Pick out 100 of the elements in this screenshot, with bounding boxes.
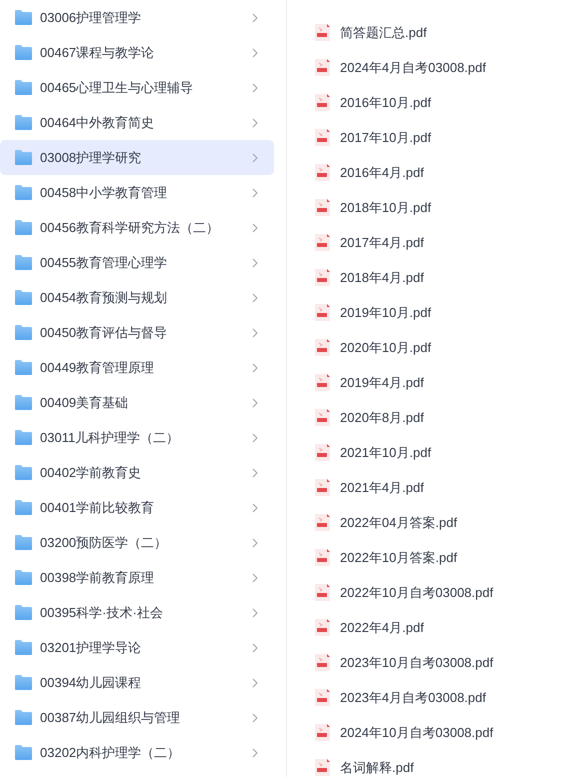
pdf-file-icon <box>315 689 330 706</box>
folder-name: 03006护理管理学 <box>40 8 142 27</box>
file-item[interactable]: 2017年10月.pdf <box>315 120 576 155</box>
folder-item[interactable]: 03011儿科护理学（二） <box>0 420 274 455</box>
folder-item[interactable]: 03201护理学导论 <box>0 630 274 665</box>
folder-item[interactable]: 00409美育基础 <box>0 385 274 420</box>
file-item[interactable]: 2022年4月.pdf <box>315 610 576 645</box>
folder-icon <box>15 290 32 305</box>
pdf-file-icon <box>315 269 330 286</box>
folder-icon <box>15 80 32 95</box>
file-item[interactable]: 2021年10月.pdf <box>315 435 576 470</box>
file-item[interactable]: 2016年10月.pdf <box>315 85 576 120</box>
file-item[interactable]: 2024年10月自考03008.pdf <box>315 715 576 750</box>
chevron-right-icon <box>252 48 258 58</box>
file-name: 2020年10月.pdf <box>340 338 432 357</box>
file-item[interactable]: 2018年4月.pdf <box>315 260 576 295</box>
file-item[interactable]: 2020年10月.pdf <box>315 330 576 365</box>
file-item[interactable]: 2017年4月.pdf <box>315 225 576 260</box>
folder-icon <box>15 465 32 480</box>
file-item[interactable]: 2022年10月答案.pdf <box>315 540 576 575</box>
file-name: 2019年4月.pdf <box>340 374 424 392</box>
folder-item[interactable]: 00450教育评估与督导 <box>0 315 274 350</box>
folder-item[interactable]: 00387幼儿园组织与管理 <box>0 700 274 735</box>
folder-item[interactable]: 03006护理管理学 <box>0 0 274 35</box>
pdf-file-icon <box>315 234 330 251</box>
folder-name: 00458中小学教育管理 <box>40 184 168 202</box>
folder-item[interactable]: 00464中外教育简史 <box>0 105 274 140</box>
chevron-right-icon <box>252 82 258 92</box>
folder-item[interactable]: 00455教育管理心理学 <box>0 245 274 280</box>
file-item[interactable]: 2019年4月.pdf <box>315 365 576 400</box>
chevron-right-icon <box>252 222 258 232</box>
pdf-file-icon <box>315 304 330 321</box>
chevron-right-icon <box>252 432 258 442</box>
folder-name: 03008护理学研究 <box>40 148 142 167</box>
file-item[interactable]: 2024年4月自考03008.pdf <box>315 50 576 85</box>
folder-item[interactable]: 00467课程与教学论 <box>0 35 274 70</box>
folder-icon <box>15 150 32 165</box>
folder-icon <box>15 570 32 585</box>
folder-icon <box>15 605 32 620</box>
folder-name: 00467课程与教学论 <box>40 44 156 62</box>
file-item[interactable]: 2022年10月自考03008.pdf <box>315 575 576 610</box>
chevron-right-icon <box>252 152 258 162</box>
chevron-right-icon <box>252 538 258 548</box>
folder-name: 03202内科护理学（二） <box>40 744 182 762</box>
pdf-file-icon <box>315 514 330 531</box>
folder-name: 00394幼儿园课程 <box>40 674 142 692</box>
file-name: 2017年10月.pdf <box>340 128 432 147</box>
folder-item[interactable]: 00395科学·技术·社会 <box>0 595 274 630</box>
folder-item[interactable]: 00456教育科学研究方法（二） <box>0 210 274 245</box>
pdf-file-icon <box>315 24 330 41</box>
file-item[interactable]: 2019年10月.pdf <box>315 295 576 330</box>
file-item[interactable]: 2016年4月.pdf <box>315 155 576 190</box>
file-name: 2023年4月自考03008.pdf <box>340 688 486 707</box>
file-name: 2018年10月.pdf <box>340 198 432 217</box>
folder-item[interactable]: 00402学前教育史 <box>0 455 274 490</box>
file-name: 简答题汇总.pdf <box>340 24 427 42</box>
folder-item[interactable]: 03202内科护理学（二） <box>0 735 274 770</box>
folder-icon <box>15 640 32 655</box>
file-name: 2021年10月.pdf <box>340 444 432 462</box>
folder-item[interactable]: 00465心理卫生与心理辅导 <box>0 70 274 105</box>
file-name: 2024年4月自考03008.pdf <box>340 58 486 77</box>
file-item[interactable]: 2018年10月.pdf <box>315 190 576 225</box>
folder-icon <box>15 710 32 725</box>
pdf-file-icon <box>315 759 330 776</box>
folder-icon <box>15 10 32 25</box>
file-item[interactable]: 2023年4月自考03008.pdf <box>315 680 576 715</box>
file-item[interactable]: 名词解释.pdf <box>315 750 576 777</box>
file-name: 2016年4月.pdf <box>340 164 424 182</box>
folder-icon <box>15 535 32 550</box>
folder-icon <box>15 430 32 445</box>
chevron-right-icon <box>252 398 258 408</box>
pdf-file-icon <box>315 479 330 496</box>
folder-item[interactable]: 03200预防医学（二） <box>0 525 274 560</box>
file-item[interactable]: 2021年4月.pdf <box>315 470 576 505</box>
pdf-file-icon <box>315 164 330 181</box>
folder-item[interactable]: 00398学前教育原理 <box>0 560 274 595</box>
folder-item[interactable]: 03008护理学研究 <box>0 140 274 175</box>
folder-item[interactable]: 00458中小学教育管理 <box>0 175 274 210</box>
pdf-file-icon <box>315 94 330 111</box>
folder-item[interactable]: 00454教育预测与规划 <box>0 280 274 315</box>
folder-icon <box>15 745 32 760</box>
folder-item[interactable]: 00401学前比较教育 <box>0 490 274 525</box>
file-name: 2021年4月.pdf <box>340 478 424 497</box>
chevron-right-icon <box>252 502 258 512</box>
folder-item[interactable]: 00449教育管理原理 <box>0 350 274 385</box>
folder-name: 00409美育基础 <box>40 394 130 412</box>
file-name: 2022年4月.pdf <box>340 618 424 637</box>
pdf-file-icon <box>315 654 330 671</box>
file-name: 2016年10月.pdf <box>340 94 432 112</box>
file-item[interactable]: 2022年04月答案.pdf <box>315 505 576 540</box>
pdf-file-icon <box>315 374 330 391</box>
file-item[interactable]: 简答题汇总.pdf <box>315 15 576 50</box>
file-item[interactable]: 2023年10月自考03008.pdf <box>315 645 576 680</box>
folder-name: 03200预防医学（二） <box>40 534 168 552</box>
folder-item[interactable]: 00394幼儿园课程 <box>0 665 274 700</box>
pdf-file-icon <box>315 129 330 146</box>
pdf-file-icon <box>315 724 330 741</box>
file-item[interactable]: 2020年8月.pdf <box>315 400 576 435</box>
chevron-right-icon <box>252 642 258 652</box>
chevron-right-icon <box>252 188 258 198</box>
